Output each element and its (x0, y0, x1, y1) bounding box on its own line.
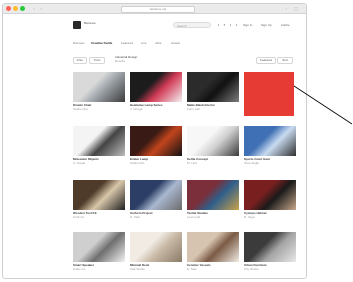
project-author[interactable]: Studio One (73, 108, 125, 111)
featured-sort-button[interactable]: Featured (256, 57, 276, 64)
bell-icon[interactable]: • (216, 22, 221, 28)
filter-button[interactable]: Filter (73, 57, 87, 64)
project-card[interactable]: Matte Black Interior Form Lab (187, 72, 239, 116)
project-title[interactable]: Uniform Project (130, 212, 182, 215)
search-input[interactable]: Search (173, 22, 211, 28)
subnav-item-assets[interactable]: Assets (171, 41, 180, 45)
project-card[interactable]: Heatwave Lamp Series J. Ortega (130, 72, 182, 116)
project-title[interactable]: Ember Lamp (130, 158, 182, 161)
project-author[interactable]: Form Lab (187, 108, 239, 111)
project-title[interactable]: Textile Studies (187, 212, 239, 215)
project-thumbnail[interactable] (73, 126, 125, 156)
message-icon[interactable]: • (228, 22, 233, 28)
project-title[interactable]: Wooden Tool Kit (73, 212, 125, 215)
project-author[interactable]: Loom Lab (187, 216, 239, 219)
project-thumbnail[interactable] (187, 72, 239, 102)
project-card[interactable]: Sports Court Gear Team Eight (244, 126, 296, 170)
browser-window: ‹ › behance.net ↑ ▢ Behance Search • ▪ •… (2, 3, 307, 279)
tabs-icon[interactable]: ▢ (293, 6, 299, 11)
project-thumbnail[interactable] (73, 232, 125, 262)
grid-icon[interactable]: ▪ (222, 22, 227, 28)
project-card[interactable]: Kettle Concept M. Lind (187, 126, 239, 170)
subnav-item-jobs[interactable]: Jobs (155, 41, 161, 45)
project-thumbnail[interactable] (130, 126, 182, 156)
project-author[interactable]: Craft Co. (73, 216, 125, 219)
subnav-item-discover[interactable]: Discover (73, 41, 85, 45)
project-card[interactable]: Minimal Desk Oak Studio (130, 232, 182, 276)
sign-up-link[interactable]: Sign Up (261, 23, 272, 27)
forward-icon[interactable]: › (38, 6, 44, 11)
subnav-item-creative-fields[interactable]: Creative Fields (91, 41, 112, 45)
project-title[interactable]: Minimal Desk (130, 264, 182, 267)
project-thumbnail[interactable] (187, 180, 239, 210)
project-title[interactable]: Urban Furniture (244, 264, 296, 267)
project-title[interactable]: Ceramic Vessels (187, 264, 239, 267)
close-window-button[interactable] (6, 6, 11, 11)
project-card[interactable] (244, 72, 294, 116)
project-thumbnail[interactable] (187, 232, 239, 262)
project-title[interactable]: Kinetic Chair (73, 104, 125, 107)
project-title[interactable]: Molecular Objects (73, 158, 125, 161)
browser-titlebar: ‹ › behance.net ↑ ▢ (3, 4, 306, 14)
subnav-item-featured[interactable]: Featured (121, 41, 133, 45)
project-thumbnail[interactable] (73, 180, 125, 210)
project-card[interactable]: Ember Lamp Studio Kiln (130, 126, 182, 170)
project-thumbnail[interactable] (244, 232, 296, 262)
project-title[interactable]: Smart Speaker (73, 264, 125, 267)
back-icon[interactable]: ‹ (31, 6, 37, 11)
project-title[interactable]: Cyclops Helmet (244, 212, 296, 215)
project-card[interactable]: Uniform Project N. Park (130, 180, 182, 224)
project-thumbnail[interactable] (244, 180, 296, 210)
behance-logo[interactable] (73, 21, 81, 29)
share-icon[interactable]: ↑ (283, 6, 289, 11)
project-thumbnail[interactable] (187, 126, 239, 156)
project-author[interactable]: Oak Studio (130, 268, 182, 271)
project-author[interactable]: J. Ortega (130, 108, 182, 111)
sign-in-link[interactable]: Sign In (243, 23, 252, 27)
project-thumbnail[interactable] (130, 180, 182, 210)
project-author[interactable]: A. Novak (73, 162, 125, 165)
user-icon[interactable]: • (234, 22, 239, 28)
project-title[interactable]: Heatwave Lamp Series (130, 104, 182, 107)
project-title[interactable]: Sports Court Gear (244, 158, 296, 161)
project-thumbnail[interactable] (130, 232, 182, 262)
project-card[interactable]: Urban Furniture City Works (244, 232, 296, 276)
project-card[interactable]: Wooden Tool Kit Craft Co. (73, 180, 125, 224)
project-thumbnail[interactable] (130, 72, 182, 102)
subnav-item-live[interactable]: Live (141, 41, 147, 45)
tools-button[interactable]: Tools (89, 57, 105, 64)
adobe-link[interactable]: Adobe (281, 23, 290, 27)
project-author[interactable]: Team Eight (244, 162, 296, 165)
project-author[interactable]: N. Park (130, 216, 182, 219)
project-author[interactable]: Audio Co. (73, 268, 125, 271)
project-card[interactable]: Textile Studies Loom Lab (187, 180, 239, 224)
highlight-square[interactable] (244, 72, 294, 116)
minimize-window-button[interactable] (13, 6, 18, 11)
project-author[interactable]: E. Sato (187, 268, 239, 271)
maximize-window-button[interactable] (20, 6, 25, 11)
results-count: Results (115, 59, 126, 63)
project-author[interactable]: City Works (244, 268, 296, 271)
project-thumbnail[interactable] (244, 126, 296, 156)
project-author[interactable]: R. Vega (244, 216, 296, 219)
project-author[interactable]: M. Lind (187, 162, 239, 165)
project-card[interactable]: Ceramic Vessels E. Sato (187, 232, 239, 276)
project-thumbnail[interactable] (73, 72, 125, 102)
project-title[interactable]: Matte Black Interior (187, 104, 239, 107)
sort-button[interactable]: Sort (277, 57, 293, 64)
project-title[interactable]: Kettle Concept (187, 158, 239, 161)
project-card[interactable]: Smart Speaker Audio Co. (73, 232, 125, 276)
project-card[interactable]: Kinetic Chair Studio One (73, 72, 125, 116)
address-bar[interactable]: behance.net (121, 6, 195, 13)
project-card[interactable]: Molecular Objects A. Novak (73, 126, 125, 170)
project-author[interactable]: Studio Kiln (130, 162, 182, 165)
logo-text: Behance (84, 21, 96, 25)
project-card[interactable]: Cyclops Helmet R. Vega (244, 180, 296, 224)
